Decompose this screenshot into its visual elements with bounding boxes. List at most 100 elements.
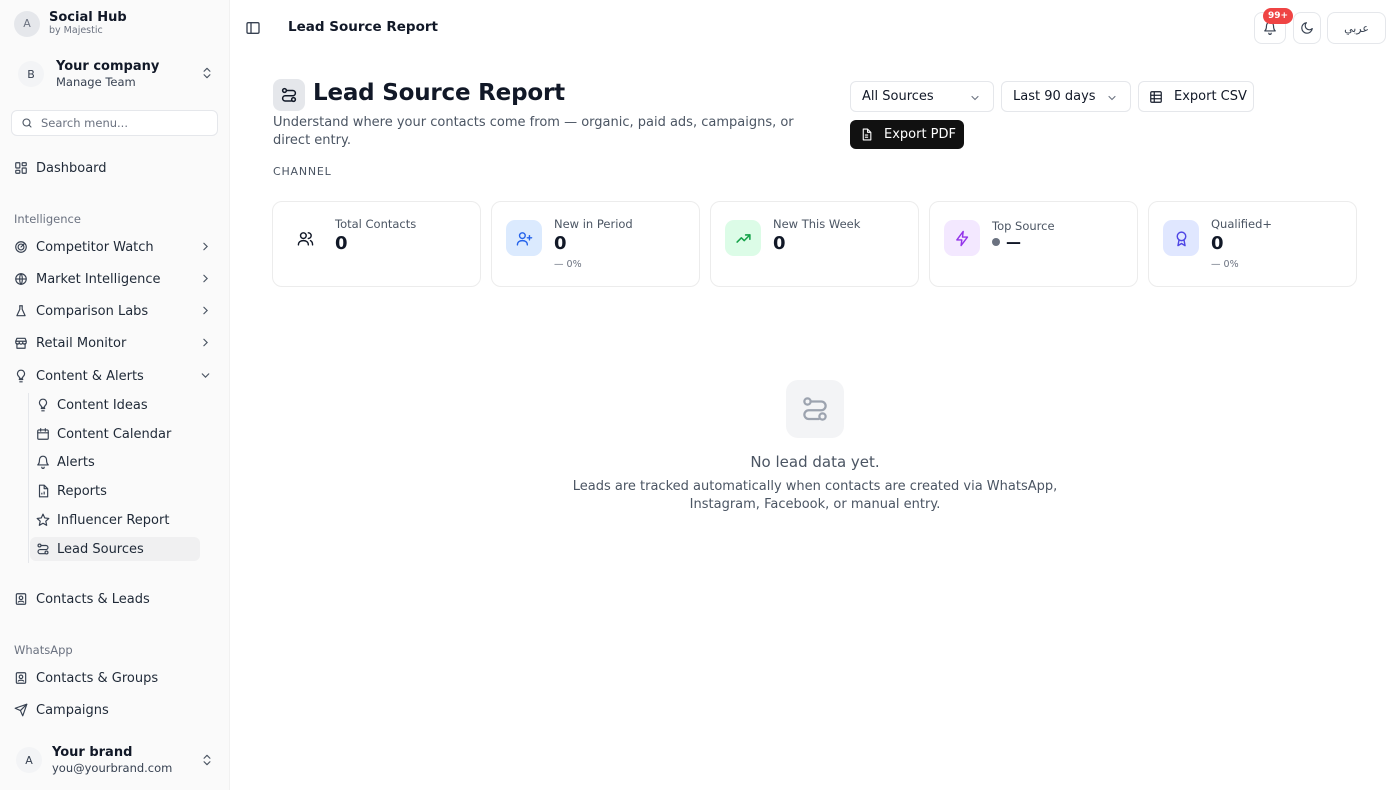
user-name: Your brand bbox=[52, 744, 133, 760]
radar-icon bbox=[14, 240, 28, 254]
award-icon bbox=[1173, 230, 1190, 247]
user-avatar: A bbox=[16, 747, 42, 773]
contact-book-icon bbox=[14, 592, 28, 606]
sidebar-subitem-alerts[interactable]: Alerts bbox=[36, 450, 200, 474]
sidebar-subitem-lead-sources[interactable]: Lead Sources bbox=[30, 537, 200, 561]
stat-delta: — 0% bbox=[1211, 259, 1239, 270]
language-toggle-button[interactable]: عربي bbox=[1327, 12, 1386, 44]
lightbulb-icon bbox=[14, 369, 28, 383]
stat-card-top-source: Top Source — bbox=[929, 201, 1138, 287]
section-label-channel: CHANNEL bbox=[273, 165, 332, 178]
chevron-right-icon bbox=[199, 304, 212, 317]
team-subtitle: Manage Team bbox=[56, 74, 136, 89]
sidebar-item-label: Alerts bbox=[57, 454, 95, 470]
empty-state-title: No lead data yet. bbox=[750, 453, 880, 471]
sidebar-toggle-icon[interactable] bbox=[245, 20, 261, 36]
trending-up-icon bbox=[735, 230, 752, 247]
chevron-right-icon bbox=[199, 272, 212, 285]
sidebar-item-dashboard[interactable]: Dashboard bbox=[14, 156, 214, 180]
sidebar-item-competitor-watch[interactable]: Competitor Watch bbox=[14, 235, 214, 259]
sidebar-item-label: Market Intelligence bbox=[36, 271, 161, 287]
sidebar-item-label: Competitor Watch bbox=[36, 239, 154, 255]
stat-card-qualified: Qualified+ 0 — 0% bbox=[1148, 201, 1357, 287]
sidebar-subitem-reports[interactable]: Reports bbox=[36, 479, 200, 503]
route-icon bbox=[36, 542, 50, 556]
flask-icon bbox=[14, 304, 28, 318]
app-tagline: by Majestic bbox=[49, 25, 103, 36]
sidebar-item-content-alerts[interactable]: Content & Alerts bbox=[14, 364, 214, 388]
stat-card-new-this-week: New This Week 0 bbox=[710, 201, 919, 287]
chevrons-up-down-icon bbox=[200, 753, 214, 767]
sidebar-item-label: Content Ideas bbox=[57, 397, 148, 413]
sidebar-item-label: Lead Sources bbox=[57, 541, 144, 557]
search-box bbox=[11, 110, 218, 136]
stat-label: New This Week bbox=[773, 217, 861, 231]
bell-icon bbox=[36, 455, 50, 469]
header-title: Lead Source Report bbox=[288, 19, 438, 35]
stat-icon-box bbox=[506, 220, 542, 256]
stat-value: 0 bbox=[1211, 233, 1224, 254]
stat-label: Top Source bbox=[992, 219, 1055, 233]
export-pdf-label: Export PDF bbox=[884, 127, 957, 142]
moon-icon bbox=[1300, 21, 1314, 35]
stat-icon-box bbox=[1163, 220, 1199, 256]
sidebar: A Social Hub by Majestic B Your company … bbox=[0, 0, 230, 790]
stat-value: 0 bbox=[335, 233, 348, 254]
export-csv-button[interactable]: Export CSV bbox=[1138, 81, 1254, 112]
report-icon bbox=[36, 484, 50, 498]
stat-icon-box bbox=[725, 220, 761, 256]
sidebar-subitem-content-calendar[interactable]: Content Calendar bbox=[36, 422, 200, 446]
section-label-intelligence: Intelligence bbox=[14, 212, 81, 226]
lightbulb-icon bbox=[36, 398, 50, 412]
user-email: you@yourbrand.com bbox=[52, 760, 173, 775]
period-filter-value: Last 90 days bbox=[1013, 89, 1096, 104]
sidebar-item-market-intelligence[interactable]: Market Intelligence bbox=[14, 267, 214, 291]
globe-icon bbox=[14, 272, 28, 286]
language-label: عربي bbox=[1344, 21, 1369, 35]
sidebar-item-campaigns[interactable]: Campaigns bbox=[14, 698, 214, 722]
export-csv-label: Export CSV bbox=[1174, 89, 1247, 104]
source-color-dot bbox=[992, 238, 1000, 246]
sidebar-item-label: Reports bbox=[57, 483, 107, 499]
chevrons-up-down-icon bbox=[200, 66, 214, 80]
sidebar-item-comparison-labs[interactable]: Comparison Labs bbox=[14, 299, 214, 323]
sidebar-item-label: Comparison Labs bbox=[36, 303, 149, 319]
team-switcher[interactable]: B Your company Manage Team bbox=[12, 54, 218, 94]
top-source-value: — bbox=[992, 233, 1021, 251]
sidebar-subitem-content-ideas[interactable]: Content Ideas bbox=[36, 393, 200, 417]
section-label-whatsapp: WhatsApp bbox=[14, 643, 73, 657]
sidebar-item-contacts-leads[interactable]: Contacts & Leads bbox=[14, 587, 214, 611]
chevron-down-icon bbox=[969, 92, 981, 104]
sidebar-item-contacts-groups[interactable]: Contacts & Groups bbox=[14, 666, 214, 690]
page-description: Understand where your contacts come from… bbox=[273, 115, 794, 148]
sidebar-item-label: Influencer Report bbox=[57, 512, 170, 528]
user-plus-icon bbox=[516, 230, 533, 247]
search-icon bbox=[21, 117, 33, 129]
export-pdf-button[interactable]: Export PDF bbox=[850, 120, 964, 149]
sidebar-item-retail-monitor[interactable]: Retail Monitor bbox=[14, 331, 214, 355]
users-icon bbox=[297, 230, 314, 247]
send-icon bbox=[14, 703, 28, 717]
page-title: Lead Source Report bbox=[313, 80, 565, 106]
chevron-right-icon bbox=[199, 240, 212, 253]
period-filter-select[interactable]: Last 90 days bbox=[1001, 81, 1131, 112]
source-filter-select[interactable]: All Sources bbox=[850, 81, 994, 112]
stat-label: Total Contacts bbox=[335, 217, 417, 231]
stat-delta: — 0% bbox=[554, 259, 582, 270]
sidebar-item-label: Content Calendar bbox=[57, 426, 172, 442]
stat-value: 0 bbox=[773, 233, 786, 254]
stat-icon-box bbox=[944, 220, 980, 256]
table-icon bbox=[1149, 90, 1163, 104]
stat-label: New in Period bbox=[554, 217, 633, 231]
submenu-guide-line bbox=[28, 393, 29, 563]
route-icon bbox=[786, 380, 844, 438]
theme-toggle-button[interactable] bbox=[1293, 12, 1321, 44]
sidebar-subitem-influencer-report[interactable]: Influencer Report bbox=[36, 508, 200, 532]
search-input[interactable] bbox=[41, 116, 201, 130]
app-brand[interactable]: A Social Hub by Majestic bbox=[14, 10, 127, 37]
sidebar-item-label: Content & Alerts bbox=[36, 368, 144, 384]
stat-card-new-in-period: New in Period 0 — 0% bbox=[491, 201, 700, 287]
route-icon bbox=[273, 79, 305, 111]
user-menu[interactable]: A Your brand you@yourbrand.com bbox=[14, 740, 220, 780]
contact-book-icon bbox=[14, 671, 28, 685]
